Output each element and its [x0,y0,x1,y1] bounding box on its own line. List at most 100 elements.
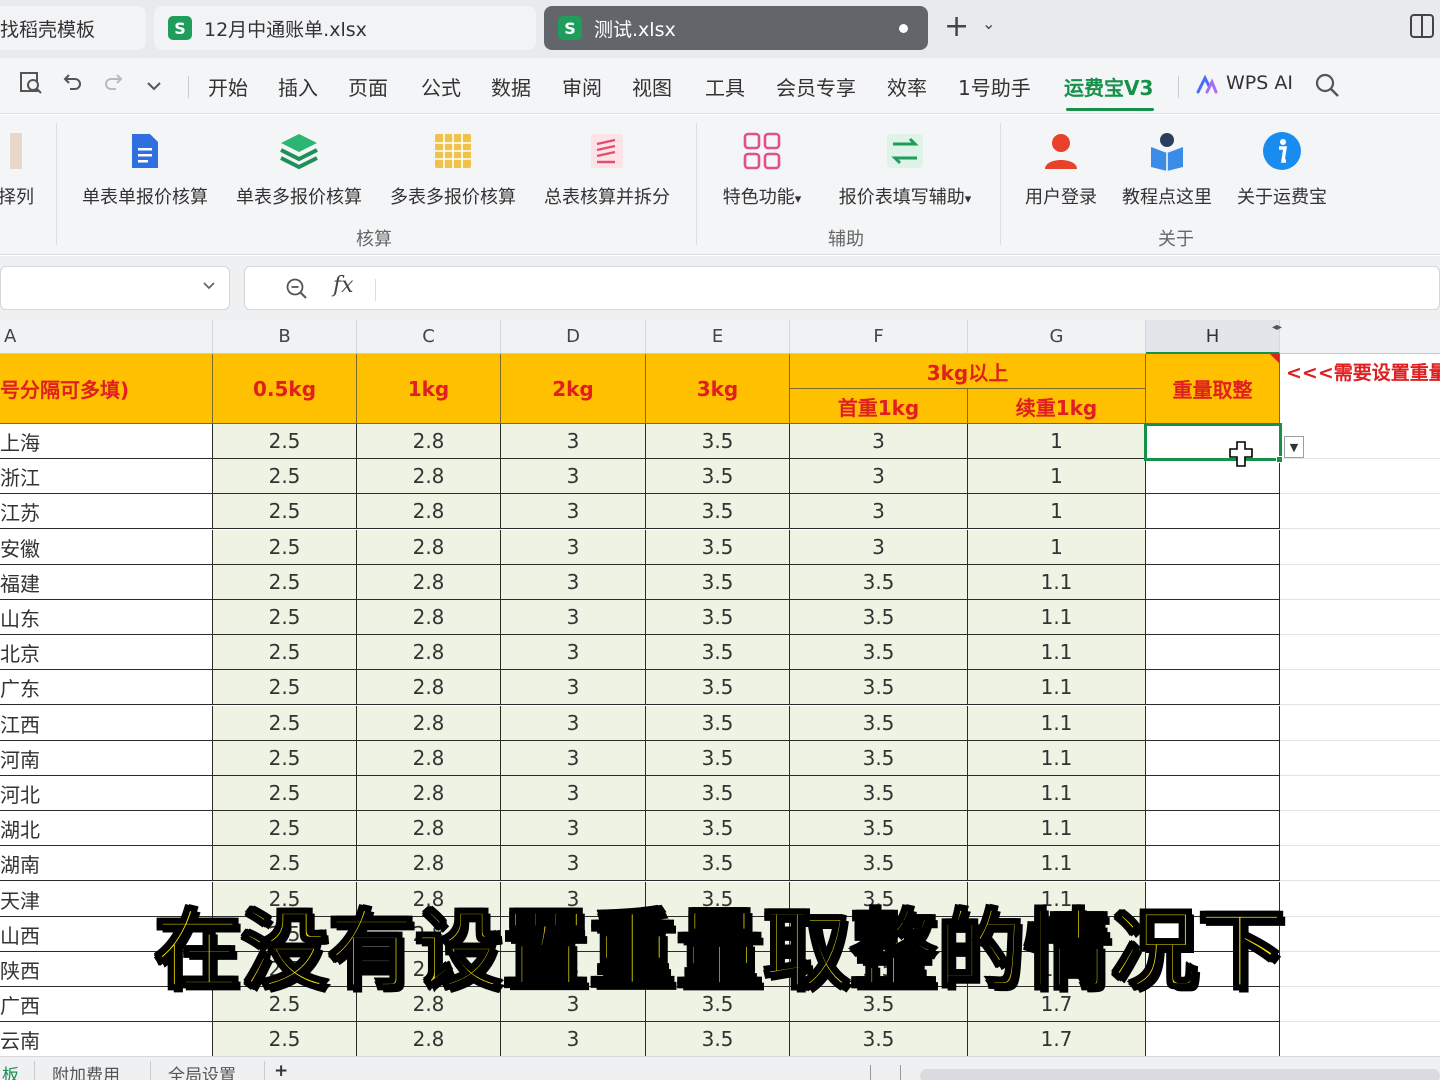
cell-region[interactable]: 河北 [0,776,213,811]
cell-price-2kg[interactable]: 3 [501,846,646,881]
note-text[interactable]: <<<需要设置重量 [1286,358,1440,385]
cell-region[interactable]: 江苏 [0,494,213,529]
cell-extra-weight[interactable]: 1.1 [968,776,1146,811]
cell-price-0-5kg[interactable]: 2.5 [213,670,357,705]
cell-extra-weight[interactable]: 1 [968,459,1146,494]
cell-extra-weight[interactable]: 1.1 [968,811,1146,846]
cell-price-2kg[interactable]: 3 [501,494,646,529]
cell-price-2kg[interactable]: 3 [501,530,646,565]
header-cell-extra-weight[interactable]: 续重1kg [968,389,1146,424]
chevron-down-icon[interactable] [201,277,217,297]
cell-price-2kg[interactable]: 3 [501,565,646,600]
search-icon[interactable] [1314,72,1340,104]
redo-icon[interactable] [102,70,126,100]
cell-price-1kg[interactable]: 2.8 [357,635,501,670]
cell-price-0-5kg[interactable]: 2.5 [213,741,357,776]
selected-cell-h3[interactable] [1144,423,1282,461]
cell-region[interactable]: 安徽 [0,530,213,565]
column-header-g[interactable]: G [968,320,1146,354]
cell-region[interactable]: 江西 [0,706,213,741]
sheet-tab-surcharge[interactable]: 附加费用 [52,1061,120,1080]
column-header-b[interactable]: B [213,320,357,354]
cell-extra-weight[interactable]: 1.7 [968,1022,1146,1057]
cell-price-3kg[interactable]: 3.5 [646,1022,790,1057]
cell-price-2kg[interactable]: 3 [501,741,646,776]
cell-weight-rounding[interactable] [1146,565,1280,600]
cell-price-3kg[interactable]: 3.5 [646,846,790,881]
tab-docer-templates[interactable]: 找稻壳模板 [0,6,146,50]
menu-formulas[interactable]: 公式 [421,72,461,101]
ribbon-special-features[interactable]: 特色功能▾ [712,115,812,225]
window-layout-icon[interactable] [1410,14,1434,38]
header-cell-2kg[interactable]: 2kg [501,354,646,424]
add-sheet-plus-icon[interactable]: + [274,1061,288,1080]
header-cell-weight-rounding[interactable]: 重量取整 [1146,354,1280,424]
cell-extra-weight[interactable]: 1 [968,424,1146,459]
cell-extra-weight[interactable]: 1 [968,494,1146,529]
cell-price-1kg[interactable]: 2.8 [357,530,501,565]
cell-region[interactable]: 云南 [0,1022,213,1057]
cell-first-weight[interactable]: 3.5 [790,811,968,846]
cell-price-0-5kg[interactable]: 2.5 [213,530,357,565]
tab-file-zto-bill[interactable]: S 12月中通账单.xlsx [154,6,536,50]
cell-price-1kg[interactable]: 2.8 [357,600,501,635]
menu-page[interactable]: 页面 [348,72,388,101]
cell-extra-weight[interactable]: 1.1 [968,706,1146,741]
menu-member[interactable]: 会员专享 [776,72,856,101]
cell-price-1kg[interactable]: 2.8 [357,741,501,776]
tab-file-test[interactable]: S 测试.xlsx [544,6,928,50]
cell-price-3kg[interactable]: 3.5 [646,424,790,459]
cell-first-weight[interactable]: 3 [790,424,968,459]
cell-extra-weight[interactable]: 1.1 [968,600,1146,635]
cell-weight-rounding[interactable] [1146,776,1280,811]
ribbon-user-login[interactable]: 用户登录 [1018,115,1104,225]
menu-data[interactable]: 数据 [491,72,531,101]
cell-price-1kg[interactable]: 2.8 [357,811,501,846]
cell-price-0-5kg[interactable]: 2.5 [213,706,357,741]
cell-first-weight[interactable]: 3.5 [790,706,968,741]
cell-region[interactable]: 湖南 [0,846,213,881]
cell-weight-rounding[interactable] [1146,600,1280,635]
menu-home[interactable]: 开始 [208,72,248,101]
cell-weight-rounding[interactable] [1146,1022,1280,1057]
ribbon-select-column[interactable]: 择列 [0,115,36,225]
cell-price-3kg[interactable]: 3.5 [646,741,790,776]
cell-weight-rounding[interactable] [1146,670,1280,705]
cell-extra-weight[interactable]: 1.1 [968,741,1146,776]
cell-first-weight[interactable]: 3.5 [790,776,968,811]
zoom-icon[interactable] [285,277,309,305]
cell-price-0-5kg[interactable]: 2.5 [213,846,357,881]
ribbon-tutorial[interactable]: 教程点这里 [1116,115,1218,225]
undo-icon[interactable] [60,70,84,100]
comment-indicator-icon[interactable] [1270,354,1279,363]
header-cell-first-weight[interactable]: 首重1kg [790,389,968,424]
cell-first-weight[interactable]: 3 [790,459,968,494]
ribbon-quote-fill-helper[interactable]: 报价表填写辅助▾ [828,115,982,225]
cell-price-3kg[interactable]: 3.5 [646,530,790,565]
cell-price-3kg[interactable]: 3.5 [646,811,790,846]
cell-first-weight[interactable]: 3.5 [790,846,968,881]
column-header-a[interactable]: A [0,320,213,354]
cell-region[interactable]: 河南 [0,741,213,776]
cell-price-1kg[interactable]: 2.8 [357,424,501,459]
new-tab-plus-icon[interactable]: + [944,12,969,42]
cell-price-2kg[interactable]: 3 [501,776,646,811]
menu-insert[interactable]: 插入 [278,72,318,101]
cell-price-3kg[interactable]: 3.5 [646,706,790,741]
cell-region[interactable]: 北京 [0,635,213,670]
sheet-tab-current[interactable]: 板 [2,1061,19,1080]
cell-price-1kg[interactable]: 2.8 [357,706,501,741]
cell-price-1kg[interactable]: 2.8 [357,459,501,494]
cell-price-3kg[interactable]: 3.5 [646,565,790,600]
cell-extra-weight[interactable]: 1.1 [968,635,1146,670]
more-chevron-icon[interactable] [144,74,164,102]
cell-price-1kg[interactable]: 2.8 [357,1022,501,1057]
cell-price-3kg[interactable]: 3.5 [646,600,790,635]
header-cell-region[interactable]: 号分隔可多填) [0,354,213,424]
cell-weight-rounding[interactable] [1146,459,1280,494]
cell-price-0-5kg[interactable]: 2.5 [213,635,357,670]
sheet-tab-global-settings[interactable]: 全局设置 [168,1061,236,1080]
cell-first-weight[interactable]: 3 [790,494,968,529]
column-header-e[interactable]: E [646,320,790,354]
menu-yunfeibao[interactable]: 运费宝V3 [1064,72,1153,101]
